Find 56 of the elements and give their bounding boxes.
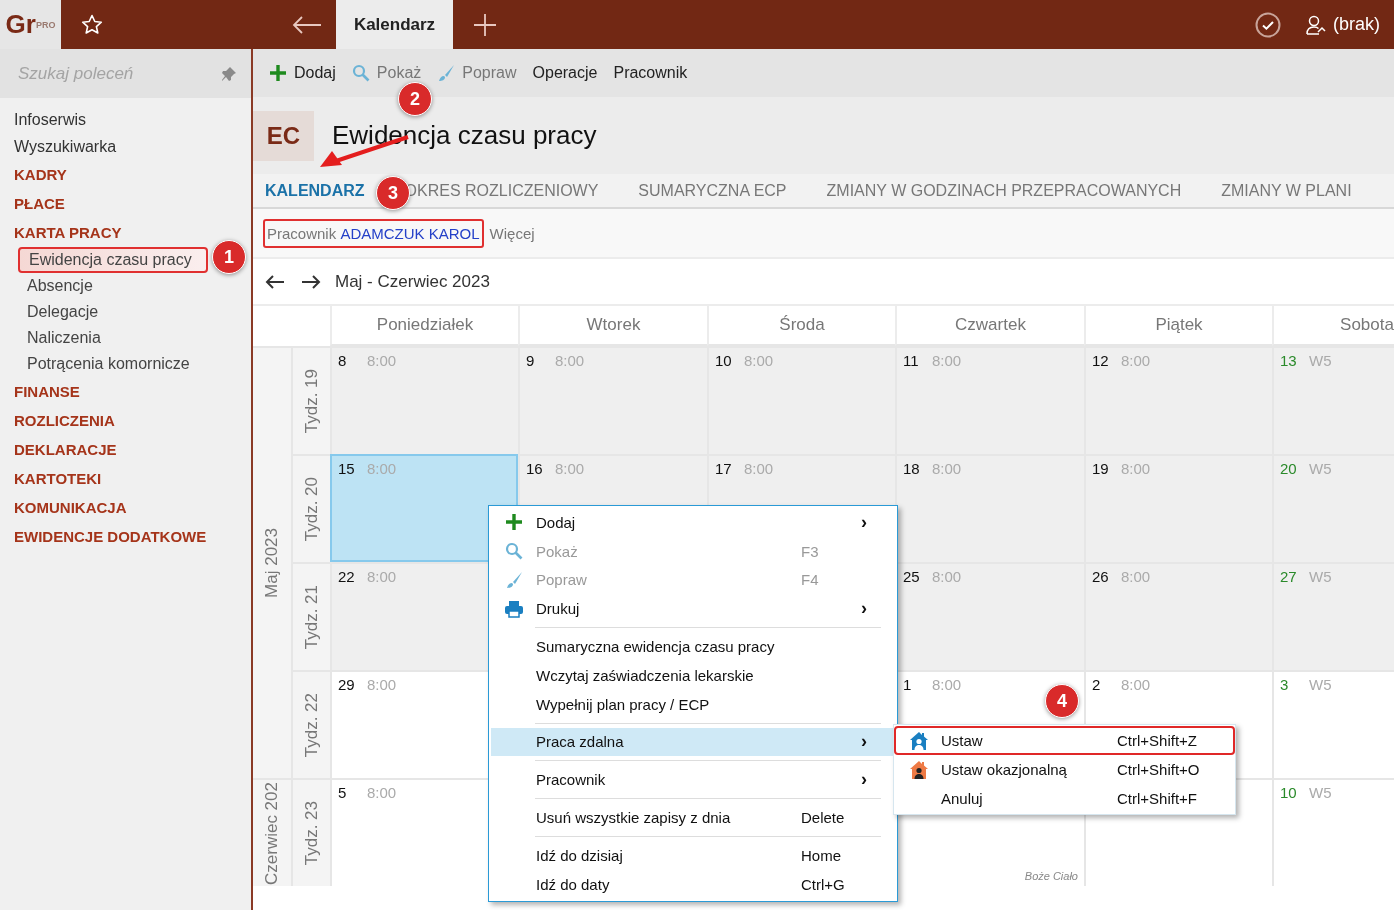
day-number: 10 [1280,784,1298,801]
hours-text: W5 [1309,460,1332,477]
day-number: 15 [338,460,356,477]
hours-text: 8:00 [367,460,397,477]
hours-text: 8:00 [367,568,397,585]
day-number: 18 [903,460,921,477]
week-label: Tydz. 21 [301,584,322,650]
hours-text: 8:00 [367,352,397,369]
hours-text: W5 [1309,784,1332,801]
day-number: 27 [1280,568,1298,585]
day-number: 26 [1092,568,1110,585]
day-number: 3 [1280,676,1290,693]
day-number: 16 [526,460,544,477]
hours-text: 8:00 [1121,460,1151,477]
day-number: 12 [1092,352,1110,369]
hours-text: 8:00 [932,676,962,693]
hours-text: 8:00 [555,352,585,369]
hours-text: 8:00 [744,460,774,477]
app-logo: Gr$^{PRO}$ [0,0,61,49]
hours-text: W5 [1309,676,1332,693]
day-number: 9 [526,352,536,369]
holiday-note: Boże Ciało [1024,870,1078,882]
hours-text: 8:00 [1121,676,1151,693]
day-number: 25 [903,568,921,585]
day-number: 10 [715,352,733,369]
hours-text: 8:00 [744,352,774,369]
day-number: 11 [903,352,920,369]
week-label: Tydz. 23 [301,800,322,866]
hours-text: 8:00 [932,460,962,477]
hours-text: W5 [1309,568,1332,585]
month-label: Czerwiec 202 [262,781,282,885]
period-label: Maj - Czerwiec 2023 [335,271,490,292]
day-number: 2 [1092,676,1102,693]
month-label: Maj 2023 [262,528,282,598]
day-number: 8 [338,352,348,369]
day-number: 1 [903,676,913,693]
hours-text: 8:00 [932,568,962,585]
hours-text: 8:00 [367,784,397,801]
day-number: 19 [1092,460,1110,477]
week-label: Tydz. 22 [301,692,322,758]
module-badge: EC [253,110,314,161]
week-label: Tydz. 20 [301,476,322,542]
page-title: Ewidencja czasu pracy [332,120,597,151]
day-number: 5 [338,784,348,801]
day-number: 22 [338,568,356,585]
hours-text: 8:00 [555,460,585,477]
day-number: 17 [715,460,733,477]
hours-text: 8:00 [1121,568,1151,585]
day-number: 20 [1280,460,1298,477]
hours-text: W5 [1309,352,1332,369]
hours-text: 8:00 [1121,352,1151,369]
hours-text: 8:00 [932,352,962,369]
day-number: 29 [338,676,356,693]
day-number: 13 [1280,352,1298,369]
hours-text: 8:00 [367,676,397,693]
week-label: Tydz. 19 [301,368,322,434]
